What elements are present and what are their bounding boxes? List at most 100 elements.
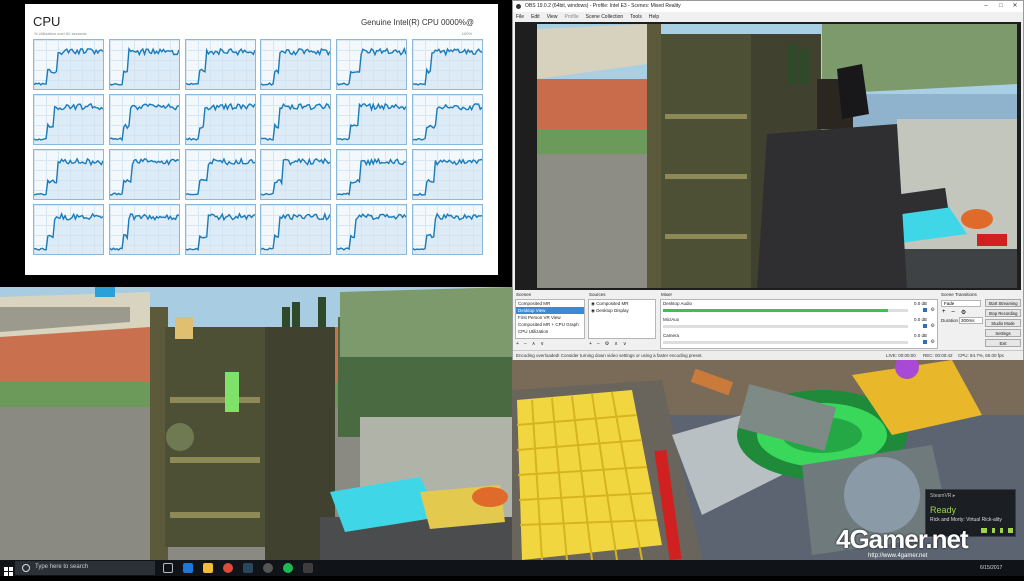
edge-icon[interactable]: [183, 563, 193, 573]
cpu-core-graph: [108, 39, 180, 90]
source-item[interactable]: ◉ Composited MR: [589, 300, 655, 307]
cpu-core-graph: [184, 94, 256, 145]
watermark-logo: 4Gamer.net: [836, 524, 969, 554]
source-item[interactable]: ◉ Desktop Display: [589, 307, 655, 314]
source-label: Composited MR: [596, 301, 629, 306]
scenes-list[interactable]: Composited MR Desktop View First Person VR…: [515, 299, 585, 339]
mixer-channel-name: Desktop Audio: [663, 301, 693, 306]
cpu-core-graph: [33, 149, 104, 200]
cpu-core-graph-grid: [33, 39, 483, 260]
start-icon[interactable]: [4, 563, 13, 576]
headset-icon: [981, 528, 987, 533]
mixed-reality-camera-feed: [537, 24, 1017, 288]
source-properties-icon[interactable]: ⚙: [605, 341, 609, 348]
taskbar-search-box[interactable]: Type here to search: [15, 561, 155, 575]
steamvr-device-icons: [981, 528, 1013, 533]
windows-taskbar: Type here to search 6/15/2017: [0, 560, 1024, 576]
speaker-icon[interactable]: [923, 308, 927, 312]
vr-scene-illustration: [0, 287, 512, 560]
gear-icon[interactable]: ⚙: [931, 307, 935, 313]
cpu-core-graph: [33, 39, 104, 90]
volume-meter: [663, 341, 908, 344]
settings-button[interactable]: Settings: [985, 329, 1021, 337]
cpu-core-graph: [260, 94, 332, 145]
cpu-graph-max-label: 100%: [461, 31, 472, 36]
close-icon[interactable]: ✕: [1008, 1, 1022, 12]
volume-meter: [663, 309, 908, 312]
duration-input[interactable]: 300ms: [959, 317, 983, 324]
steam-icon[interactable]: [243, 563, 253, 573]
transition-properties-icon[interactable]: ⚙: [961, 309, 966, 316]
add-scene-icon[interactable]: +: [516, 341, 519, 348]
move-down-icon[interactable]: ∨: [540, 341, 544, 348]
speaker-icon[interactable]: [923, 324, 927, 328]
cpu-core-graph: [336, 149, 408, 200]
menu-tools[interactable]: Tools: [630, 12, 642, 22]
obs-title-bar[interactable]: OBS 19.0.2 (64bit, windows) - Profile: I…: [513, 1, 1023, 12]
scene-item[interactable]: CPU Utilization: [516, 328, 584, 335]
scene-item[interactable]: First Person VR View: [516, 314, 584, 321]
spotify-icon[interactable]: [283, 563, 293, 573]
remove-source-icon[interactable]: –: [597, 341, 600, 348]
controller-icon: [1000, 528, 1003, 533]
menu-scene-collection[interactable]: Scene Collection: [586, 12, 624, 22]
first-person-vr-view: [0, 287, 512, 560]
cpu-core-graph: [33, 94, 104, 145]
mixer-channel: Mic/Aux 0.0 dB ⚙: [661, 317, 937, 331]
gear-icon[interactable]: ⚙: [931, 323, 935, 329]
mixer-channel-level: 0.0 dB: [913, 301, 927, 306]
speaker-icon[interactable]: [923, 340, 927, 344]
mixer-channel: Camera 0.0 dB ⚙: [661, 333, 937, 347]
task-manager-cpu-panel: CPU Genuine Intel(R) CPU 0000%@ % Utiliz…: [25, 4, 498, 275]
menu-view[interactable]: View: [547, 12, 558, 22]
menu-profile[interactable]: Profile: [564, 12, 578, 22]
steamvr-status: Ready: [930, 505, 957, 515]
scene-item[interactable]: Desktop View: [516, 307, 584, 314]
remove-transition-icon[interactable]: –: [952, 309, 955, 316]
scene-item[interactable]: Composited MR + CPU Graph: [516, 321, 584, 328]
start-streaming-button[interactable]: Start Streaming: [985, 299, 1021, 307]
cpu-title: CPU: [33, 14, 61, 29]
cpu-core-graph: [411, 204, 483, 255]
cpu-core-graph: [336, 39, 408, 90]
app-icon[interactable]: [303, 563, 313, 573]
cpu-core-graph: [411, 149, 483, 200]
add-transition-icon[interactable]: +: [942, 309, 946, 316]
sources-list[interactable]: ◉ Composited MR ◉ Desktop Display: [588, 299, 656, 339]
mixer-channel: Desktop Audio 0.0 dB ⚙: [661, 301, 937, 315]
transition-select[interactable]: Fade: [941, 300, 981, 307]
remove-scene-icon[interactable]: –: [524, 341, 527, 348]
obs-status-bar: Encoding overloaded! Consider turning do…: [513, 350, 1023, 360]
add-source-icon[interactable]: +: [589, 341, 592, 348]
move-up-icon[interactable]: ∧: [532, 341, 536, 348]
menu-help[interactable]: Help: [649, 12, 659, 22]
transition-toolbar: + – ⚙: [942, 309, 982, 316]
sources-toolbar: + – ⚙ ∧ ∨: [589, 341, 657, 348]
volume-meter-fill: [663, 309, 889, 312]
chrome-icon[interactable]: [223, 563, 233, 573]
move-up-icon[interactable]: ∧: [614, 341, 618, 348]
steamvr-header: SteamVR ▸: [930, 493, 956, 499]
task-view-icon[interactable]: [163, 563, 173, 573]
minimize-icon[interactable]: –: [979, 1, 993, 12]
rec-timer: REC: 00:00:42: [923, 353, 953, 358]
cpu-core-graph: [184, 39, 256, 90]
mixer-channel-level: 0.0 dB: [913, 333, 927, 338]
cpu-fps-readout: CPU: 84.7%, 60.00 fps: [958, 353, 1004, 358]
maximize-icon[interactable]: □: [994, 1, 1008, 12]
source-label: Desktop Display: [596, 308, 629, 313]
duration-label: Duration: [941, 318, 959, 323]
move-down-icon[interactable]: ∨: [623, 341, 627, 348]
studio-mode-button[interactable]: Studio Mode: [985, 319, 1021, 327]
menu-edit[interactable]: Edit: [531, 12, 540, 22]
obs-icon[interactable]: [263, 563, 273, 573]
mixer-channel-name: Camera: [663, 333, 680, 338]
stop-recording-button[interactable]: Stop Recording: [985, 309, 1021, 317]
menu-file[interactable]: File: [516, 12, 524, 22]
exit-button[interactable]: Exit: [985, 339, 1021, 347]
cpu-core-graph: [336, 94, 408, 145]
encoding-warning: Encoding overloaded! Consider turning do…: [516, 353, 703, 358]
scene-item[interactable]: Composited MR: [516, 300, 584, 307]
file-explorer-icon[interactable]: [203, 563, 213, 573]
gear-icon[interactable]: ⚙: [931, 339, 935, 345]
